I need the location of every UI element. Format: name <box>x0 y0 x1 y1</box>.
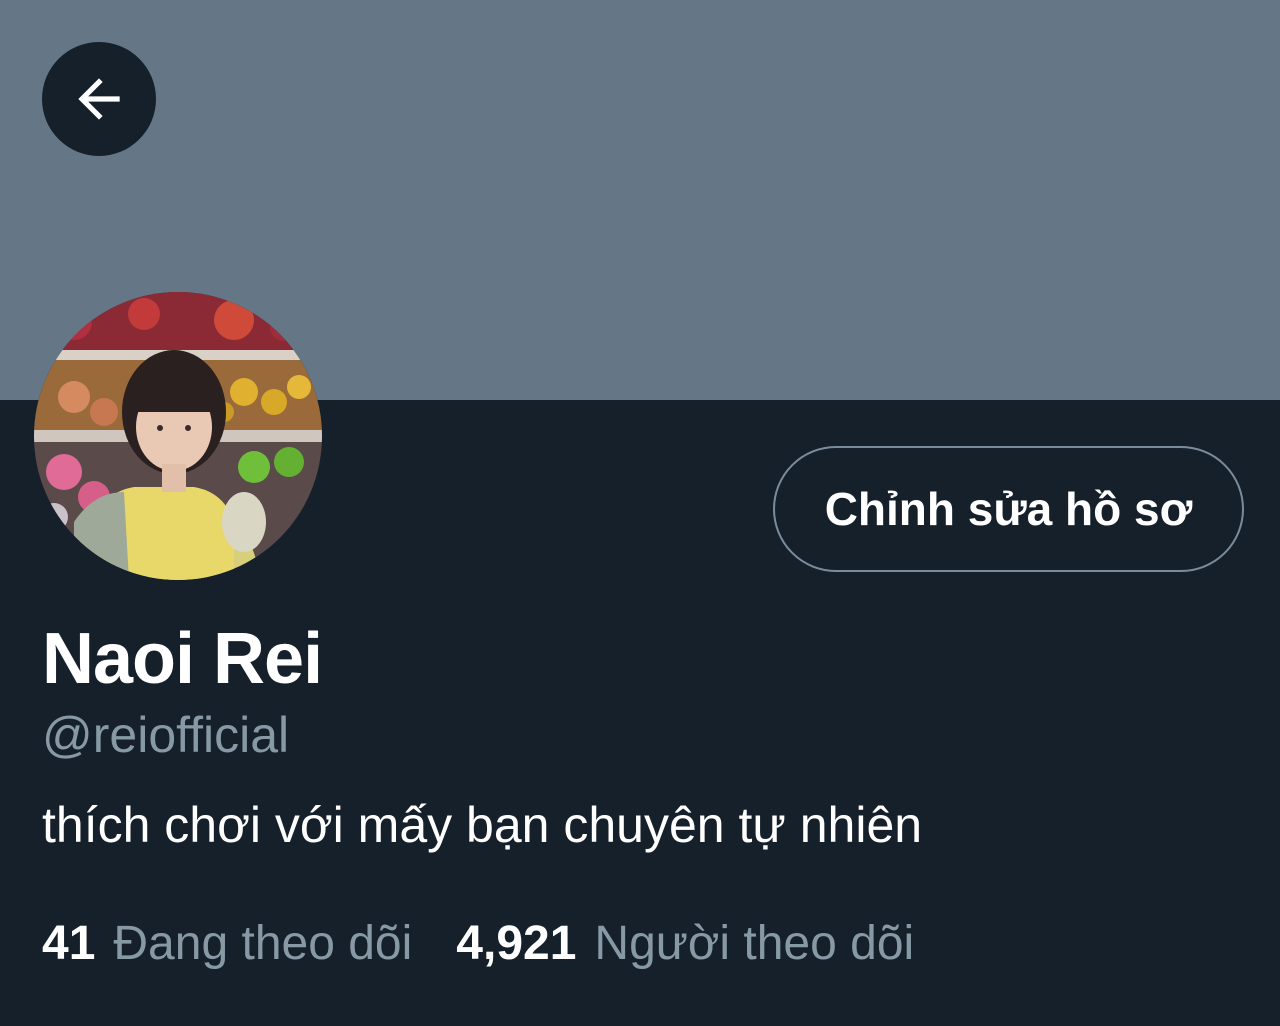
profile-handle: @reiofficial <box>42 707 290 763</box>
edit-profile-button[interactable]: Chỉnh sửa hồ sơ <box>773 446 1244 572</box>
display-name: Naoi Rei <box>42 619 323 699</box>
followers-count: 4,921 <box>456 917 577 970</box>
followers-stat[interactable]: 4,921 Người theo dõi <box>456 916 914 971</box>
avatar-image <box>34 292 322 580</box>
profile-bio: thích chơi với mấy bạn chuyên tự nhiên <box>42 797 923 853</box>
following-stat[interactable]: 41 Đang theo dõi <box>42 916 412 971</box>
following-label: Đang theo dõi <box>113 917 413 970</box>
arrow-left-icon <box>78 78 120 120</box>
profile-stats: 41 Đang theo dõi 4,921 Người theo dõi <box>42 916 958 971</box>
back-button[interactable] <box>42 42 156 156</box>
followers-label: Người theo dõi <box>594 917 915 970</box>
profile-avatar[interactable] <box>34 292 322 580</box>
following-count: 41 <box>42 917 96 970</box>
